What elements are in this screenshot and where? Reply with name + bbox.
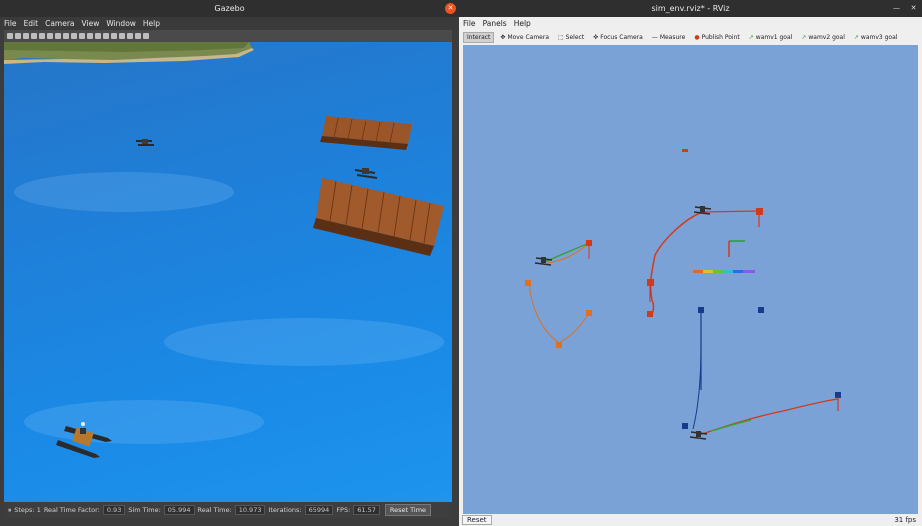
reset-button[interactable]: Reset [462,515,492,525]
goal-marker [682,149,688,152]
menu-file[interactable]: File [463,17,476,30]
minimize-icon[interactable]: — [891,3,902,14]
redo-icon[interactable] [47,33,53,39]
spot-light-icon[interactable] [87,33,93,39]
snap-icon[interactable] [127,33,133,39]
rviz-title: sim_env.rviz* - RViz [651,4,730,13]
goal-arrow-icon: ↗ [853,33,859,41]
wamv-boat-mid [354,168,378,179]
large-dock [313,178,444,256]
gazebo-toolbar [4,30,452,42]
menu-panels[interactable]: Panels [483,17,507,30]
wamv1-path [647,206,763,318]
close-icon[interactable]: ✕ [908,3,919,14]
menu-help[interactable]: Help [514,17,531,30]
box-shape-icon[interactable] [55,33,61,39]
tool-focus-camera[interactable]: ✜ Focus Camera [590,33,646,42]
gazebo-titlebar: Gazebo ✕ [0,0,459,17]
tool-interact[interactable]: Interact [463,31,495,43]
gazebo-scene [4,42,444,458]
select-arrow-icon[interactable] [7,33,13,39]
tool-label: wamv3 goal [860,33,898,41]
real-time-value: 10.973 [234,505,266,515]
gazebo-window: Gazebo ✕ File Edit Camera View Window He… [0,0,459,526]
steps-label: Steps: 1 [14,506,41,514]
rotate-icon[interactable] [23,33,29,39]
undo-icon[interactable] [39,33,45,39]
tool-move-camera[interactable]: ✥ Move Camera [497,33,552,42]
rviz-3d-view[interactable] [463,45,918,514]
real-time-label: Real Time: [197,506,232,514]
tool-select[interactable]: ⬚ Select [555,33,587,42]
rtf-label: Real Time Factor: [43,506,100,514]
rviz-toolbar: Interact ✥ Move Camera ⬚ Select ✜ Focus Cam… [463,30,922,44]
measure-icon: — [651,33,658,41]
copy-icon[interactable] [103,33,109,39]
tool-label: Measure [659,33,686,41]
rtf-value: 0.93 [102,505,126,515]
gazebo-menubar: File Edit Camera View Window Help [0,17,459,30]
wamv-boat-far [136,139,154,146]
rviz-menubar: File Panels Help [459,17,922,30]
iterations-label: Iterations: [268,506,302,514]
tool-label: Move Camera [507,33,549,41]
align-icon[interactable] [119,33,125,39]
tool-label: Interact [467,33,491,41]
tool-label: Publish Point [701,33,740,41]
menu-help[interactable]: Help [143,17,160,30]
publish-point-icon: ● [694,33,700,41]
sim-time-value: 05.994 [163,505,195,515]
tool-label: Focus Camera [600,33,643,41]
rviz-titlebar: sim_env.rviz* - RViz — ✕ [459,0,922,17]
cylinder-shape-icon[interactable] [71,33,77,39]
point-light-icon[interactable] [79,33,85,39]
directional-light-icon[interactable] [95,33,101,39]
rviz-scene [525,149,841,440]
focus-camera-icon: ✜ [593,33,599,41]
menu-window[interactable]: Window [106,17,136,30]
sim-time-label: Sim Time: [128,506,161,514]
tool-label: wamv2 goal [808,33,845,41]
select-icon: ⬚ [558,33,564,41]
goal-arrow-icon: ↗ [748,33,754,41]
gazebo-statusbar: ⏸ Steps: 1 Real Time Factor: 0.93 Sim Ti… [4,502,452,518]
rainbow-marker [693,270,755,273]
menu-edit[interactable]: Edit [24,17,39,30]
wamv3-path [682,307,841,440]
wamv2-path [525,240,592,348]
reset-time-button[interactable]: Reset Time [384,504,432,516]
goal-arrow-icon: ↗ [801,33,807,41]
gazebo-3d-viewport[interactable] [4,42,452,502]
gazebo-title: Gazebo [214,4,245,13]
fps-readout: 31 fps [894,516,916,524]
record-icon[interactable] [143,33,149,39]
tool-measure[interactable]: — Measure [649,33,689,42]
paste-icon[interactable] [111,33,117,39]
move-camera-icon: ✥ [500,33,506,41]
tool-wamv2-goal[interactable]: ↗ wamv2 goal [798,33,848,42]
menu-file[interactable]: File [4,17,17,30]
tool-label: wamv1 goal [755,33,793,41]
pause-icon[interactable]: ⏸ [8,506,11,515]
close-icon[interactable]: ✕ [445,3,456,14]
rviz-window: sim_env.rviz* - RViz — ✕ File Panels Hel… [459,0,922,526]
tool-label: Select [565,33,585,41]
translate-icon[interactable] [15,33,21,39]
rviz-bottom-bar: Reset 31 fps [459,514,922,526]
sphere-shape-icon[interactable] [63,33,69,39]
fps-label: FPS: [336,506,351,514]
menu-camera[interactable]: Camera [45,17,74,30]
small-dock [320,116,412,150]
scale-icon[interactable] [31,33,37,39]
screenshot-icon[interactable] [135,33,141,39]
iterations-value: 65994 [304,505,334,515]
tool-wamv3-goal[interactable]: ↗ wamv3 goal [851,33,901,42]
tool-publish-point[interactable]: ● Publish Point [691,33,742,42]
tool-wamv1-goal[interactable]: ↗ wamv1 goal [746,33,796,42]
menu-view[interactable]: View [82,17,100,30]
tf-axis-marker [728,240,745,257]
fps-value: 61.57 [353,505,380,515]
